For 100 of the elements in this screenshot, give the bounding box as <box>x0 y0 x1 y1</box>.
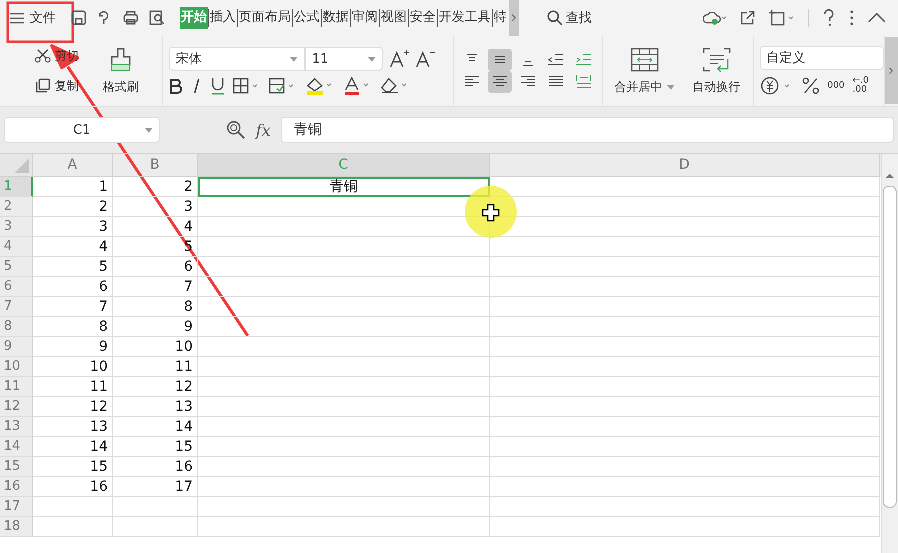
caret-icon[interactable] <box>666 84 675 90</box>
ribbon-tab[interactable]: 审阅 <box>350 9 379 27</box>
more-tabs-icon[interactable] <box>509 0 519 36</box>
increase-decimal-button[interactable]: ←.0 .00 <box>852 77 869 95</box>
table-cell: 10 <box>113 337 198 357</box>
align-center-icon[interactable] <box>488 71 512 93</box>
table-cell: 7 <box>33 297 113 317</box>
underline-icon[interactable] <box>211 77 226 95</box>
scrollbar-thumb[interactable] <box>883 186 897 508</box>
table-cell: 2 <box>33 197 113 217</box>
row-header[interactable]: 16 <box>0 477 33 497</box>
thousands-separator-button[interactable]: 000 <box>828 81 845 91</box>
table-cell: 16 <box>113 457 198 477</box>
search-icon[interactable] <box>547 10 563 26</box>
table-cell: 14 <box>33 437 113 457</box>
row-header[interactable]: 8 <box>0 317 33 337</box>
cross-cursor-icon <box>482 204 500 222</box>
column-header[interactable]: A <box>33 154 113 177</box>
function-label[interactable]: fx <box>256 120 271 140</box>
table-cell: 12 <box>33 397 113 417</box>
number-format-select[interactable]: 自定义 <box>760 46 884 70</box>
ribbon-tab[interactable]: 安全 <box>408 9 437 27</box>
row-header[interactable]: 5 <box>0 257 33 277</box>
table-cell: 8 <box>113 297 198 317</box>
copy-icon[interactable] <box>35 78 52 94</box>
row-header[interactable]: 1 <box>0 177 33 197</box>
ribbon-tab[interactable]: 数据 <box>321 9 350 27</box>
ribbon-tab[interactable]: 页面布局 <box>237 9 292 27</box>
file-menu-button[interactable]: 文件 <box>0 0 66 36</box>
table-cell: 16 <box>33 477 113 497</box>
highlight-frame <box>6 2 74 44</box>
row-header[interactable]: 3 <box>0 217 33 237</box>
font-size-select[interactable]: 11 <box>305 47 384 71</box>
row-header[interactable]: 2 <box>0 197 33 217</box>
row-header[interactable]: 10 <box>0 357 33 377</box>
row-header[interactable]: 11 <box>0 377 33 397</box>
increase-font-size-icon[interactable] <box>389 50 410 68</box>
zoom-icon[interactable] <box>226 120 246 140</box>
table-cell: 13 <box>33 417 113 437</box>
table-cell: 11 <box>33 377 113 397</box>
table-cell: 6 <box>33 277 113 297</box>
decrease-font-size-icon[interactable] <box>415 50 436 68</box>
ribbon-tab[interactable]: 公式 <box>292 9 321 27</box>
format-painter-button[interactable]: 格式刷 <box>93 42 150 100</box>
align-middle-icon[interactable] <box>488 49 512 71</box>
menu-icon[interactable] <box>10 12 24 24</box>
ribbon-tab[interactable]: 特 <box>492 9 508 27</box>
merge-cells-icon[interactable] <box>630 46 660 72</box>
wrap-text-icon[interactable] <box>702 46 732 72</box>
row-header[interactable]: 9 <box>0 337 33 357</box>
cut-button[interactable]: 剪切 <box>33 42 92 70</box>
eraser-icon[interactable] <box>381 77 410 95</box>
caret-icon[interactable] <box>145 128 153 132</box>
table-cell: 9 <box>33 337 113 357</box>
row-header[interactable]: 18 <box>0 517 33 537</box>
ribbon-tab[interactable]: 开发工具 <box>437 9 492 27</box>
ribbon-tab[interactable]: 插入 <box>208 9 237 27</box>
row-header[interactable]: 4 <box>0 237 33 257</box>
column-header[interactable]: D <box>490 154 880 177</box>
row-header[interactable]: 12 <box>0 397 33 417</box>
share-icon[interactable] <box>740 10 756 26</box>
row-header[interactable]: 6 <box>0 277 33 297</box>
save-icon[interactable] <box>71 10 87 26</box>
row-header[interactable]: 14 <box>0 437 33 457</box>
table-cell: 10 <box>33 357 113 377</box>
caret-icon[interactable] <box>368 56 376 62</box>
search-button[interactable]: 查找 <box>541 8 598 28</box>
row-header[interactable]: 13 <box>0 417 33 437</box>
help-icon[interactable] <box>822 9 836 27</box>
ribbon-tab[interactable]: 视图 <box>379 9 408 27</box>
percent-icon[interactable] <box>802 77 820 95</box>
table-cell: 11 <box>113 357 198 377</box>
name-box[interactable]: C1 <box>4 117 160 143</box>
more-options-icon[interactable] <box>849 10 855 26</box>
table-cell: 5 <box>33 257 113 277</box>
collapse-ribbon-icon[interactable] <box>868 13 886 23</box>
table-cell: 3 <box>33 217 113 237</box>
template-icon[interactable] <box>769 10 795 26</box>
print-icon[interactable] <box>123 10 139 26</box>
table-cell: 4 <box>33 237 113 257</box>
formula-input[interactable]: 青铜 <box>280 117 894 143</box>
ribbon-tab[interactable]: 开始 <box>180 7 208 29</box>
row-header[interactable]: 15 <box>0 457 33 477</box>
table-cell: 13 <box>113 397 198 417</box>
caret-icon[interactable] <box>290 56 298 62</box>
table-cell: 15 <box>33 457 113 477</box>
cloud-sync-icon[interactable] <box>703 10 727 26</box>
merge-center-button[interactable]: 合并居中 <box>614 46 675 96</box>
copy-button[interactable]: 复制 <box>33 72 92 100</box>
row-header[interactable]: 17 <box>0 497 33 517</box>
wrap-text-button[interactable]: 自动换行 <box>692 46 741 96</box>
bold-icon[interactable] <box>169 78 184 94</box>
font-family-select[interactable]: 宋体 <box>169 47 306 71</box>
table-cell: 17 <box>113 477 198 497</box>
column-header[interactable]: C <box>198 154 490 177</box>
row-header[interactable]: 7 <box>0 297 33 317</box>
print-preview-icon[interactable] <box>149 10 165 26</box>
scissors-icon[interactable] <box>35 49 52 63</box>
scroll-up-icon[interactable] <box>885 172 895 180</box>
table-cell: 12 <box>113 377 198 397</box>
